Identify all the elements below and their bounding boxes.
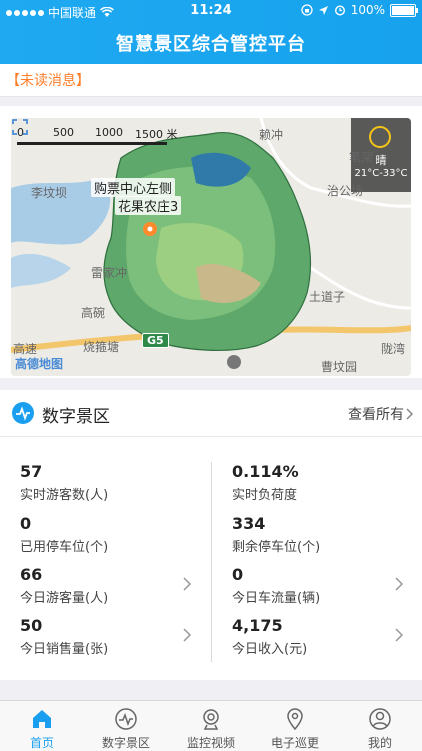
view-all-label[interactable]: 查看所有 — [348, 404, 404, 424]
tab-label[interactable]: 监控视频 — [169, 734, 253, 751]
stat-remaining-parking: 334 剩余停车位(个) — [232, 514, 321, 555]
status-bar: 中国联通 11:24 100% — [0, 0, 422, 22]
stat-today-income[interactable]: 4,175 今日收入(元) — [232, 616, 412, 657]
tab-home[interactable]: 首页 — [0, 701, 84, 751]
poi-fruit-farm[interactable]: 花果农庄3 — [115, 196, 182, 215]
chevron-right-icon[interactable] — [394, 577, 404, 591]
user-icon[interactable] — [368, 707, 392, 731]
card-title: 数字景区 — [42, 407, 110, 427]
battery-percent: 100% — [350, 3, 385, 17]
place-label: 烧箍塘 — [83, 340, 120, 354]
place-label: 曹坟园 — [321, 360, 358, 374]
tab-patrol[interactable]: 电子巡更 — [253, 701, 337, 751]
location-arrow-icon — [318, 5, 328, 15]
place-label: 高碗 — [81, 306, 106, 320]
page-title: 智慧景区综合管控平台 — [116, 34, 306, 55]
chevron-right-icon[interactable] — [394, 628, 404, 642]
pulse-icon[interactable] — [114, 707, 138, 731]
battery-icon — [390, 3, 418, 17]
scenic-map[interactable]: 0 500 1000 1500 米 晴 21°C-33°C 赖冲 笔架 治公场 … — [11, 118, 411, 376]
tab-label[interactable]: 电子巡更 — [253, 734, 337, 751]
location-pin-icon[interactable] — [283, 707, 307, 731]
tab-profile[interactable]: 我的 — [338, 701, 422, 751]
lock-rotation-icon — [301, 4, 313, 16]
stat-today-sales[interactable]: 50 今日销售量(张) — [20, 616, 200, 657]
tab-digital-scenic[interactable]: 数字景区 — [84, 701, 168, 751]
place-label: 治公场 — [327, 184, 364, 198]
tab-monitor-video[interactable]: 监控视频 — [169, 701, 253, 751]
unread-messages-label[interactable]: 【未读消息】 — [6, 70, 90, 90]
digital-scenic-card: 数字景区 查看所有 57 实时游客数(人) 0.114% 实时负荷度 0 已用停… — [0, 390, 422, 680]
chevron-right-icon[interactable] — [182, 577, 192, 591]
tab-label[interactable]: 数字景区 — [84, 734, 168, 751]
chevron-right-icon[interactable] — [406, 408, 414, 420]
app-header: 中国联通 11:24 100% 智慧景区综合管控平台 — [0, 0, 422, 64]
map-scale-bar — [17, 142, 167, 145]
place-label: 赖冲 — [259, 128, 284, 142]
camera-icon[interactable] — [199, 707, 223, 731]
amap-logo: 高德地图 — [15, 357, 64, 371]
view-all-link[interactable]: 查看所有 — [348, 404, 414, 424]
place-label: 李坟坝 — [31, 186, 68, 200]
card-header: 数字景区 查看所有 — [0, 390, 422, 437]
tab-label[interactable]: 我的 — [338, 734, 422, 751]
place-label: 陇湾 — [381, 342, 406, 356]
pulse-icon — [12, 402, 34, 424]
sun-icon — [369, 126, 391, 148]
place-label: 土道子 — [309, 290, 346, 304]
place-label: 雷家冲 — [91, 266, 128, 280]
map-section: 0 500 1000 1500 米 晴 21°C-33°C 赖冲 笔架 治公场 … — [0, 106, 422, 378]
stat-realtime-load: 0.114% 实时负荷度 — [232, 462, 299, 503]
home-icon[interactable] — [30, 707, 54, 731]
stat-today-visitors[interactable]: 66 今日游客量(人) — [20, 565, 200, 606]
status-right: 100% — [301, 3, 418, 17]
chevron-right-icon[interactable] — [182, 628, 192, 642]
tab-label[interactable]: 首页 — [0, 734, 84, 751]
stat-realtime-visitors: 57 实时游客数(人) — [20, 462, 109, 503]
poi-ticket-center[interactable]: 购票中心左侧 — [91, 178, 176, 197]
place-label: 笔架 — [349, 150, 374, 164]
column-divider — [211, 462, 212, 662]
stat-used-parking: 0 已用停车位(个) — [20, 514, 109, 555]
stat-today-traffic[interactable]: 0 今日车流量(辆) — [232, 565, 412, 606]
highway-badge: G5 — [142, 333, 169, 348]
alarm-icon — [334, 5, 345, 16]
unread-messages-bar[interactable]: 【未读消息】 — [0, 64, 422, 97]
bottom-tab-bar: 首页 数字景区 监控视频 电子巡更 我的 — [0, 700, 422, 751]
expand-icon[interactable] — [11, 118, 29, 136]
weather-temperature: 21°C-33°C — [354, 168, 408, 179]
